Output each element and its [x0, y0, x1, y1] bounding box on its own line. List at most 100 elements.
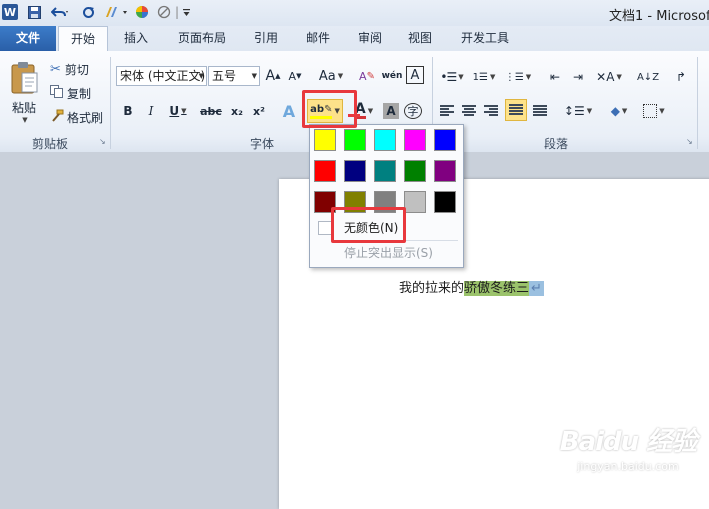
cut-label: 剪切: [64, 62, 89, 77]
tab-file[interactable]: 文件: [0, 26, 56, 51]
scissors-icon: ✂: [50, 61, 61, 77]
clipboard-launcher-icon[interactable]: ↘: [99, 137, 108, 146]
tab-developer[interactable]: 开发工具: [450, 26, 520, 51]
line-spacing-button[interactable]: ↕☰ ▼: [563, 101, 593, 121]
superscript-button[interactable]: x²: [250, 101, 268, 121]
sort-icon: A↓Z: [636, 71, 660, 83]
borders-button[interactable]: ▼: [640, 101, 668, 121]
format-painter-qat-icon[interactable]: [102, 4, 130, 20]
superscript-icon: x²: [253, 104, 265, 118]
shrink-font-button[interactable]: A ▼: [285, 66, 305, 86]
highlight-swatch[interactable]: [434, 129, 456, 151]
numbering-button[interactable]: 1☰ ▼: [470, 67, 498, 87]
shrink-font-icon: A: [288, 69, 297, 83]
show-marks-button[interactable]: ↱: [672, 67, 690, 87]
callout-connector: [348, 114, 360, 117]
highlight-swatch[interactable]: [434, 191, 456, 213]
text-effects-button[interactable]: A: [278, 101, 300, 121]
text-effects-icon: A: [282, 101, 296, 121]
customize-qat-icon[interactable]: [180, 4, 192, 20]
highlight-swatch[interactable]: [314, 160, 336, 182]
paste-dropdown-arrow-icon[interactable]: ▼: [22, 116, 27, 124]
distributed-button[interactable]: [531, 101, 549, 121]
tab-review[interactable]: 审阅: [348, 26, 392, 51]
highlighted-text[interactable]: 骄傲冬练三: [464, 281, 530, 296]
decrease-indent-icon: ⇤: [549, 70, 561, 84]
no-color-icon: [318, 221, 332, 235]
undo-icon[interactable]: [48, 4, 72, 20]
bold-button[interactable]: B: [120, 101, 136, 121]
italic-button[interactable]: I: [143, 101, 159, 121]
highlight-swatch[interactable]: [434, 160, 456, 182]
strikethrough-button[interactable]: abc: [199, 101, 223, 121]
tab-home[interactable]: 开始: [58, 26, 108, 52]
highlight-swatch[interactable]: [404, 160, 426, 182]
align-right-icon: [484, 105, 498, 117]
phonetic-guide-button[interactable]: wén: [381, 66, 403, 86]
align-right-button[interactable]: [482, 101, 500, 121]
paste-button[interactable]: 粘贴 ▼: [6, 55, 42, 129]
tab-mailings[interactable]: 邮件: [296, 26, 340, 51]
enclose-characters-button[interactable]: 字: [404, 103, 422, 119]
change-case-button[interactable]: Aa ▼: [316, 66, 346, 86]
align-center-button[interactable]: [460, 101, 478, 121]
save-icon[interactable]: [26, 4, 42, 20]
sort-button[interactable]: A↓Z: [637, 67, 659, 87]
align-left-button[interactable]: [438, 101, 456, 121]
cut-button[interactable]: ✂ 剪切: [50, 59, 100, 79]
shading-button[interactable]: ◆ ▼: [605, 101, 633, 121]
copy-button[interactable]: 复制: [50, 83, 100, 103]
bullets-button[interactable]: •☰ ▼: [438, 67, 466, 87]
justify-button[interactable]: [505, 99, 527, 121]
stop-highlight-menu-item[interactable]: 停止突出显示(S): [314, 243, 459, 263]
highlight-swatch[interactable]: [314, 129, 336, 151]
multilevel-list-button[interactable]: ⋮☰ ▼: [503, 67, 533, 87]
highlight-swatch[interactable]: [404, 129, 426, 151]
highlight-button-callout: [302, 90, 357, 128]
decrease-indent-button[interactable]: ⇤: [545, 67, 565, 87]
highlight-swatch[interactable]: [374, 129, 396, 151]
clear-formatting-button[interactable]: A ✎: [356, 66, 378, 86]
color-wheel-icon[interactable]: [134, 4, 150, 20]
paragraph-group-label: 段落: [543, 137, 568, 151]
format-painter-button[interactable]: 格式刷: [50, 107, 108, 127]
grow-font-icon: A: [265, 68, 276, 84]
increase-indent-icon: ⇥: [572, 70, 584, 84]
tab-insert[interactable]: 插入: [114, 26, 158, 51]
tab-references[interactable]: 引用: [244, 26, 288, 51]
char-shading-button[interactable]: A: [383, 103, 399, 119]
enclose-characters-icon: 字: [407, 105, 419, 118]
no-draw-icon[interactable]: [156, 4, 172, 20]
paragraph-launcher-icon[interactable]: ↘: [686, 137, 695, 146]
chinese-layout-button[interactable]: ✕A ▼: [592, 67, 626, 87]
highlight-color-dropdown: 无颜色(N) 停止突出显示(S): [309, 124, 464, 268]
tab-view[interactable]: 视图: [398, 26, 442, 51]
align-left-icon: [440, 105, 454, 117]
highlight-swatch[interactable]: [344, 129, 366, 151]
increase-indent-button[interactable]: ⇥: [568, 67, 588, 87]
font-size-combo[interactable]: 五号 ▼: [208, 66, 260, 86]
paragraph-mark-icon: ↱: [675, 70, 687, 84]
baidu-jingyan-watermark: Baidu 经验 jingyan.baidu.com: [548, 421, 708, 491]
highlight-swatch[interactable]: [374, 160, 396, 182]
document-text-line[interactable]: 我的拉来的骄傲冬练三 ↵: [399, 277, 544, 296]
font-name-value: 宋体 (中文正文): [120, 69, 206, 83]
font-name-dropdown-icon[interactable]: ▼: [199, 67, 204, 85]
char-border-button[interactable]: A: [406, 66, 424, 84]
subscript-button[interactable]: x₂: [228, 101, 246, 121]
distributed-icon: [533, 105, 547, 117]
paste-icon: [11, 61, 38, 93]
underline-button[interactable]: U ▼: [166, 101, 190, 121]
char-border-icon: A: [410, 67, 420, 83]
phonetic-guide-icon: wén: [381, 71, 403, 81]
word-logo-icon[interactable]: W: [2, 4, 18, 20]
tab-page-layout[interactable]: 页面布局: [168, 26, 236, 51]
font-name-combo[interactable]: 宋体 (中文正文) ▼: [116, 66, 207, 86]
highlight-swatch[interactable]: [404, 191, 426, 213]
grow-font-button[interactable]: A ▲: [263, 66, 283, 86]
highlight-swatch[interactable]: [344, 160, 366, 182]
document-text[interactable]: 我的拉来的: [399, 281, 464, 296]
paintbrush-icon: [50, 109, 64, 126]
redo-icon[interactable]: [80, 4, 96, 20]
font-size-dropdown-icon[interactable]: ▼: [252, 67, 257, 85]
